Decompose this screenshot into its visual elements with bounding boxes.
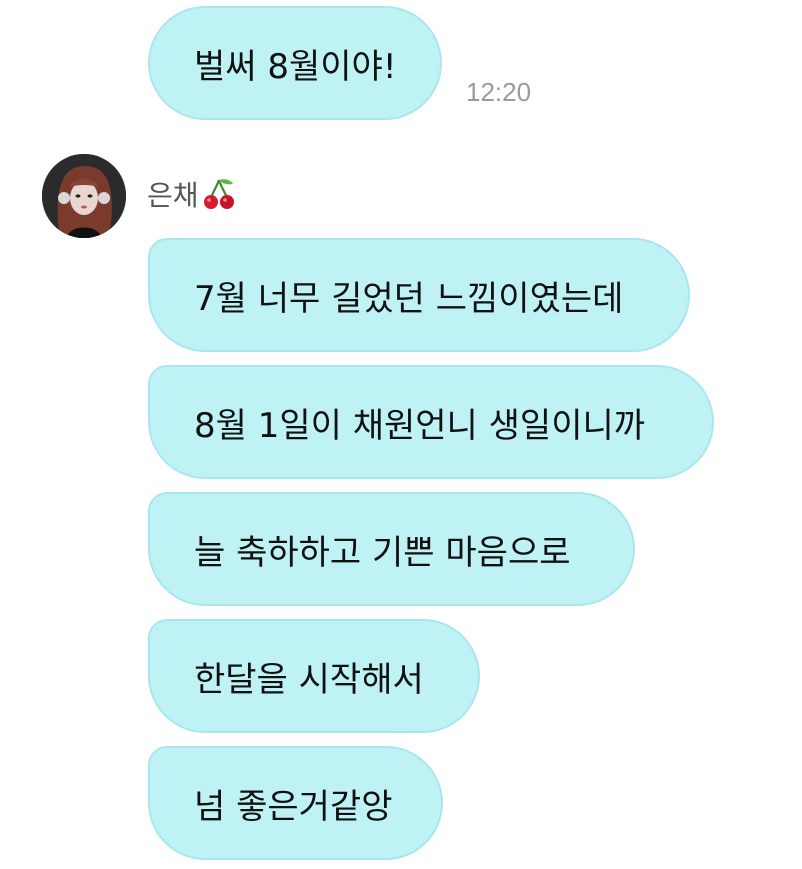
message-text: 7월 너무 길었던 느낌이였는데 [194, 278, 624, 319]
message-timestamp: 12:20 [466, 77, 532, 107]
message-text: 벌써 8월이야! [194, 46, 397, 87]
message-text: 넘 좋은거같앙 [194, 786, 393, 827]
message-bubble[interactable]: 7월 너무 길었던 느낌이였는데 [148, 238, 690, 352]
avatar[interactable] [42, 154, 126, 238]
message-bubble[interactable]: 8월 1일이 채원언니 생일이니까 [148, 365, 714, 479]
message-bubble[interactable]: 넘 좋은거같앙 [148, 746, 443, 860]
message-bubble[interactable]: 한달을 시작해서 [148, 619, 480, 733]
message-text: 늘 축하하고 기쁜 마음으로 [194, 532, 571, 573]
cherry-icon [203, 179, 234, 209]
sender-name: 은채 [147, 174, 237, 214]
message-bubble[interactable]: 늘 축하하고 기쁜 마음으로 [148, 492, 635, 606]
message-text: 한달을 시작해서 [194, 659, 424, 700]
message-bubble[interactable]: 벌써 8월이야! [148, 6, 442, 120]
avatar-image [42, 154, 126, 238]
message-text: 8월 1일이 채원언니 생일이니까 [194, 405, 646, 446]
